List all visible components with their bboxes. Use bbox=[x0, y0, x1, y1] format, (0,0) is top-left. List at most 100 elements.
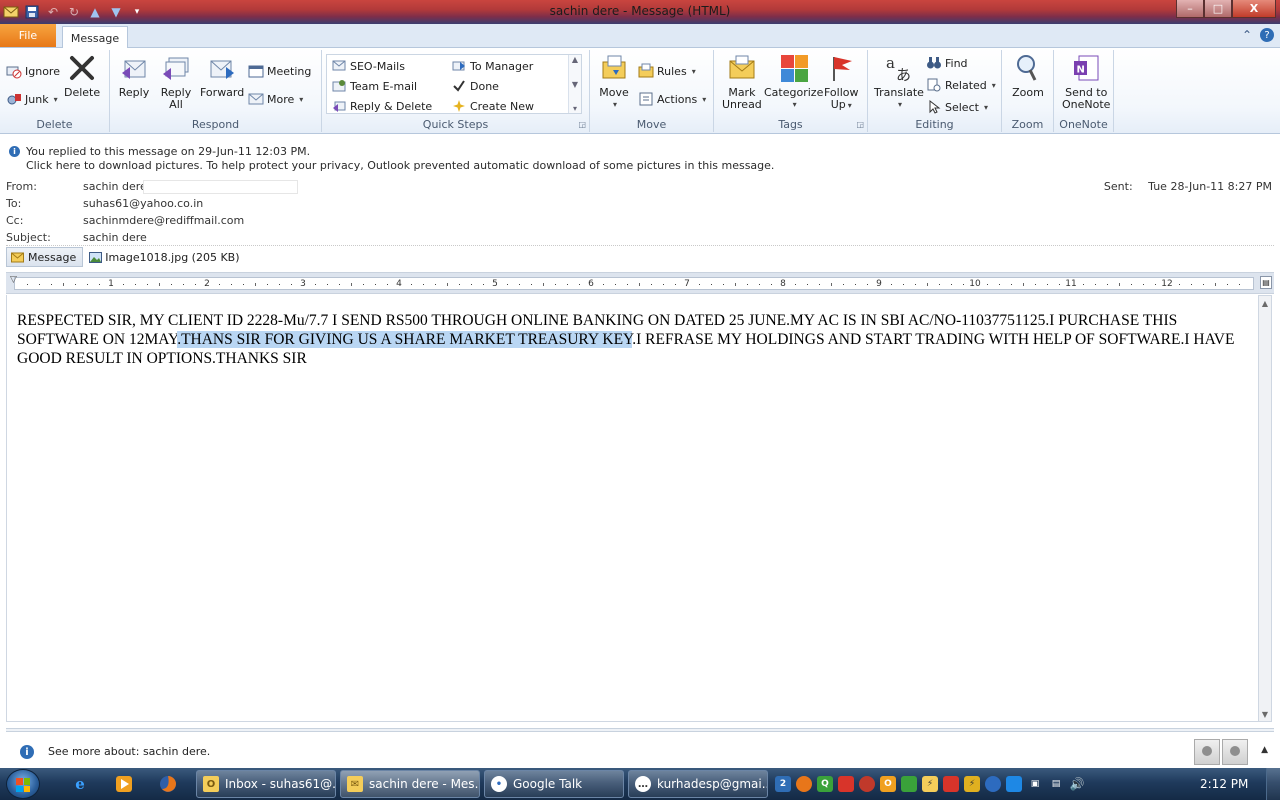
scroll-up-icon[interactable]: ▲ bbox=[572, 55, 578, 64]
ruler-tick bbox=[699, 284, 700, 285]
download-pictures-notice[interactable]: Click here to download pictures. To help… bbox=[26, 159, 774, 172]
tray-bluetooth-icon[interactable] bbox=[985, 776, 1001, 792]
categorize-button[interactable]: Categorize ▾ bbox=[764, 52, 823, 111]
avatar[interactable] bbox=[1194, 739, 1220, 765]
tray-acrobat-icon[interactable] bbox=[943, 776, 959, 792]
message-body-text[interactable]: RESPECTED SIR, MY CLIENT ID 2228-Mu/7.7 … bbox=[17, 311, 1252, 368]
quick-step-seo-mails[interactable]: SEO-Mails bbox=[331, 57, 405, 75]
show-desktop-button[interactable] bbox=[1266, 768, 1280, 800]
tray-bolt-icon[interactable]: ⚡ bbox=[964, 776, 980, 792]
more-respond-button[interactable]: More ▾ bbox=[248, 90, 303, 108]
actions-button[interactable]: Actions ▾ bbox=[638, 90, 706, 108]
delete-icon bbox=[66, 52, 98, 84]
follow-up-button[interactable]: Follow Up ▾ bbox=[824, 52, 859, 112]
ruler-tick bbox=[939, 284, 940, 285]
ruler-tick bbox=[963, 284, 964, 285]
forward-button[interactable]: Forward bbox=[200, 52, 244, 99]
ruler-tick bbox=[195, 284, 196, 285]
tray-language-icon[interactable]: 2 bbox=[775, 776, 791, 792]
message-view-tab[interactable]: Message bbox=[6, 247, 84, 267]
vertical-scrollbar[interactable]: ▲ ▼ bbox=[1258, 295, 1272, 722]
tray-volume-icon[interactable]: 🔊 bbox=[1069, 776, 1085, 792]
ruler-tick bbox=[675, 284, 676, 285]
maximize-button[interactable]: □ bbox=[1204, 0, 1232, 18]
tray-security-icon[interactable] bbox=[859, 776, 875, 792]
to-value[interactable]: suhas61@yahoo.co.in bbox=[83, 197, 203, 210]
taskbar-chat-window[interactable]: … kurhadesp@gmai... bbox=[628, 770, 768, 798]
expand-gallery-icon[interactable]: ▾ bbox=[573, 104, 577, 113]
tray-network-app-icon[interactable] bbox=[1006, 776, 1022, 792]
rules-button[interactable]: Rules ▾ bbox=[638, 62, 696, 80]
close-button[interactable]: X bbox=[1232, 0, 1276, 18]
attachment-image1018[interactable]: Image1018.jpg (205 KB) bbox=[89, 251, 240, 264]
outlook-icon: O bbox=[203, 776, 219, 792]
expand-people-pane-icon[interactable]: ▲ bbox=[1261, 745, 1268, 755]
scroll-down-arrow-icon[interactable]: ▼ bbox=[1259, 707, 1271, 721]
ruler-tick bbox=[459, 284, 460, 285]
find-button[interactable]: Find bbox=[926, 54, 968, 72]
people-avatars bbox=[1194, 739, 1248, 765]
tray-pdf-icon[interactable] bbox=[838, 776, 854, 792]
quick-step-to-manager[interactable]: To Manager bbox=[451, 57, 533, 75]
quick-step-done[interactable]: Done bbox=[451, 77, 499, 95]
ruler-toggle-icon[interactable]: ▤ bbox=[1260, 276, 1272, 289]
quick-step-team-email[interactable]: Team E-mail bbox=[331, 77, 417, 95]
zoom-button[interactable]: Zoom bbox=[1012, 52, 1044, 99]
ruler-tick bbox=[327, 284, 328, 285]
tab-file[interactable]: File bbox=[0, 24, 56, 47]
avatar[interactable] bbox=[1222, 739, 1248, 765]
scroll-up-arrow-icon[interactable]: ▲ bbox=[1259, 296, 1271, 310]
move-button[interactable]: Move ▾ bbox=[598, 52, 630, 111]
start-button[interactable] bbox=[6, 769, 40, 799]
message-body[interactable]: RESPECTED SIR, MY CLIENT ID 2228-Mu/7.7 … bbox=[6, 295, 1258, 722]
related-button[interactable]: Related ▾ bbox=[926, 76, 996, 94]
to-label: To: bbox=[6, 197, 22, 210]
ruler-tick bbox=[1239, 284, 1240, 285]
quick-steps-scroll[interactable]: ▲ ▼ ▾ bbox=[568, 55, 581, 113]
meeting-button[interactable]: Meeting bbox=[248, 62, 311, 80]
junk-button[interactable]: Junk ▾ bbox=[6, 90, 58, 108]
taskbar-google-talk[interactable]: • Google Talk bbox=[484, 770, 624, 798]
tray-outlook-icon[interactable]: O bbox=[880, 776, 896, 792]
media-player-icon[interactable] bbox=[108, 772, 140, 796]
ruler-tick bbox=[51, 284, 52, 285]
reply-button[interactable]: Reply bbox=[118, 52, 150, 99]
junk-icon bbox=[6, 91, 22, 107]
cc-value[interactable]: sachinmdere@rediffmail.com bbox=[83, 214, 244, 227]
translate-button[interactable]: aあ Translate ▾ bbox=[874, 52, 924, 111]
help-icon[interactable]: ? bbox=[1260, 28, 1274, 42]
selected-text[interactable]: .THANS SIR FOR GIVING US A SHARE MARKET … bbox=[177, 331, 633, 348]
tray-shield-icon[interactable] bbox=[901, 776, 917, 792]
people-pane-splitter[interactable] bbox=[6, 728, 1274, 732]
minimize-ribbon-icon[interactable]: ⌃ bbox=[1242, 28, 1252, 42]
delete-button[interactable]: Delete bbox=[64, 52, 100, 99]
quick-step-reply-delete[interactable]: Reply & Delete bbox=[331, 97, 432, 115]
internet-explorer-icon[interactable]: e bbox=[64, 772, 96, 796]
people-pane-text[interactable]: See more about: sachin dere. bbox=[48, 745, 210, 758]
indent-marker-icon[interactable]: ▽ bbox=[10, 275, 17, 285]
tray-app-icon[interactable] bbox=[796, 776, 812, 792]
firefox-icon[interactable] bbox=[152, 772, 184, 796]
ruler-tick bbox=[735, 283, 736, 286]
ruler-tick bbox=[231, 284, 232, 285]
ruler-tick bbox=[1179, 284, 1180, 285]
taskbar-inbox[interactable]: O Inbox - suhas61@... bbox=[196, 770, 336, 798]
horizontal-ruler[interactable]: 1 2 3 4 5 6 7 8 9 10 11 12 bbox=[14, 277, 1254, 290]
select-button[interactable]: Select ▾ bbox=[926, 98, 988, 116]
tray-network-icon[interactable]: ▤ bbox=[1048, 776, 1064, 792]
quick-step-create-new[interactable]: Create New bbox=[451, 97, 534, 115]
send-to-onenote-button[interactable]: N Send to OneNote bbox=[1062, 52, 1110, 111]
tray-device-icon[interactable]: ▣ bbox=[1027, 776, 1043, 792]
tray-q-icon[interactable]: Q bbox=[817, 776, 833, 792]
reply-all-button[interactable]: Reply All bbox=[160, 52, 192, 111]
info-bar[interactable]: i You replied to this message on 29-Jun-… bbox=[0, 143, 1280, 175]
taskbar-message-window[interactable]: ✉ sachin dere - Mes... bbox=[340, 770, 480, 798]
tab-message[interactable]: Message bbox=[62, 26, 128, 49]
ignore-button[interactable]: Ignore bbox=[6, 62, 60, 80]
scroll-down-icon[interactable]: ▼ bbox=[572, 80, 578, 89]
taskbar-clock[interactable]: 2:12 PM bbox=[1200, 777, 1248, 791]
mark-unread-button[interactable]: Mark Unread bbox=[722, 52, 762, 111]
minimize-button[interactable]: – bbox=[1176, 0, 1204, 18]
tray-flash-icon[interactable]: ⚡ bbox=[922, 776, 938, 792]
from-value[interactable]: sachin dere bbox=[83, 180, 147, 193]
